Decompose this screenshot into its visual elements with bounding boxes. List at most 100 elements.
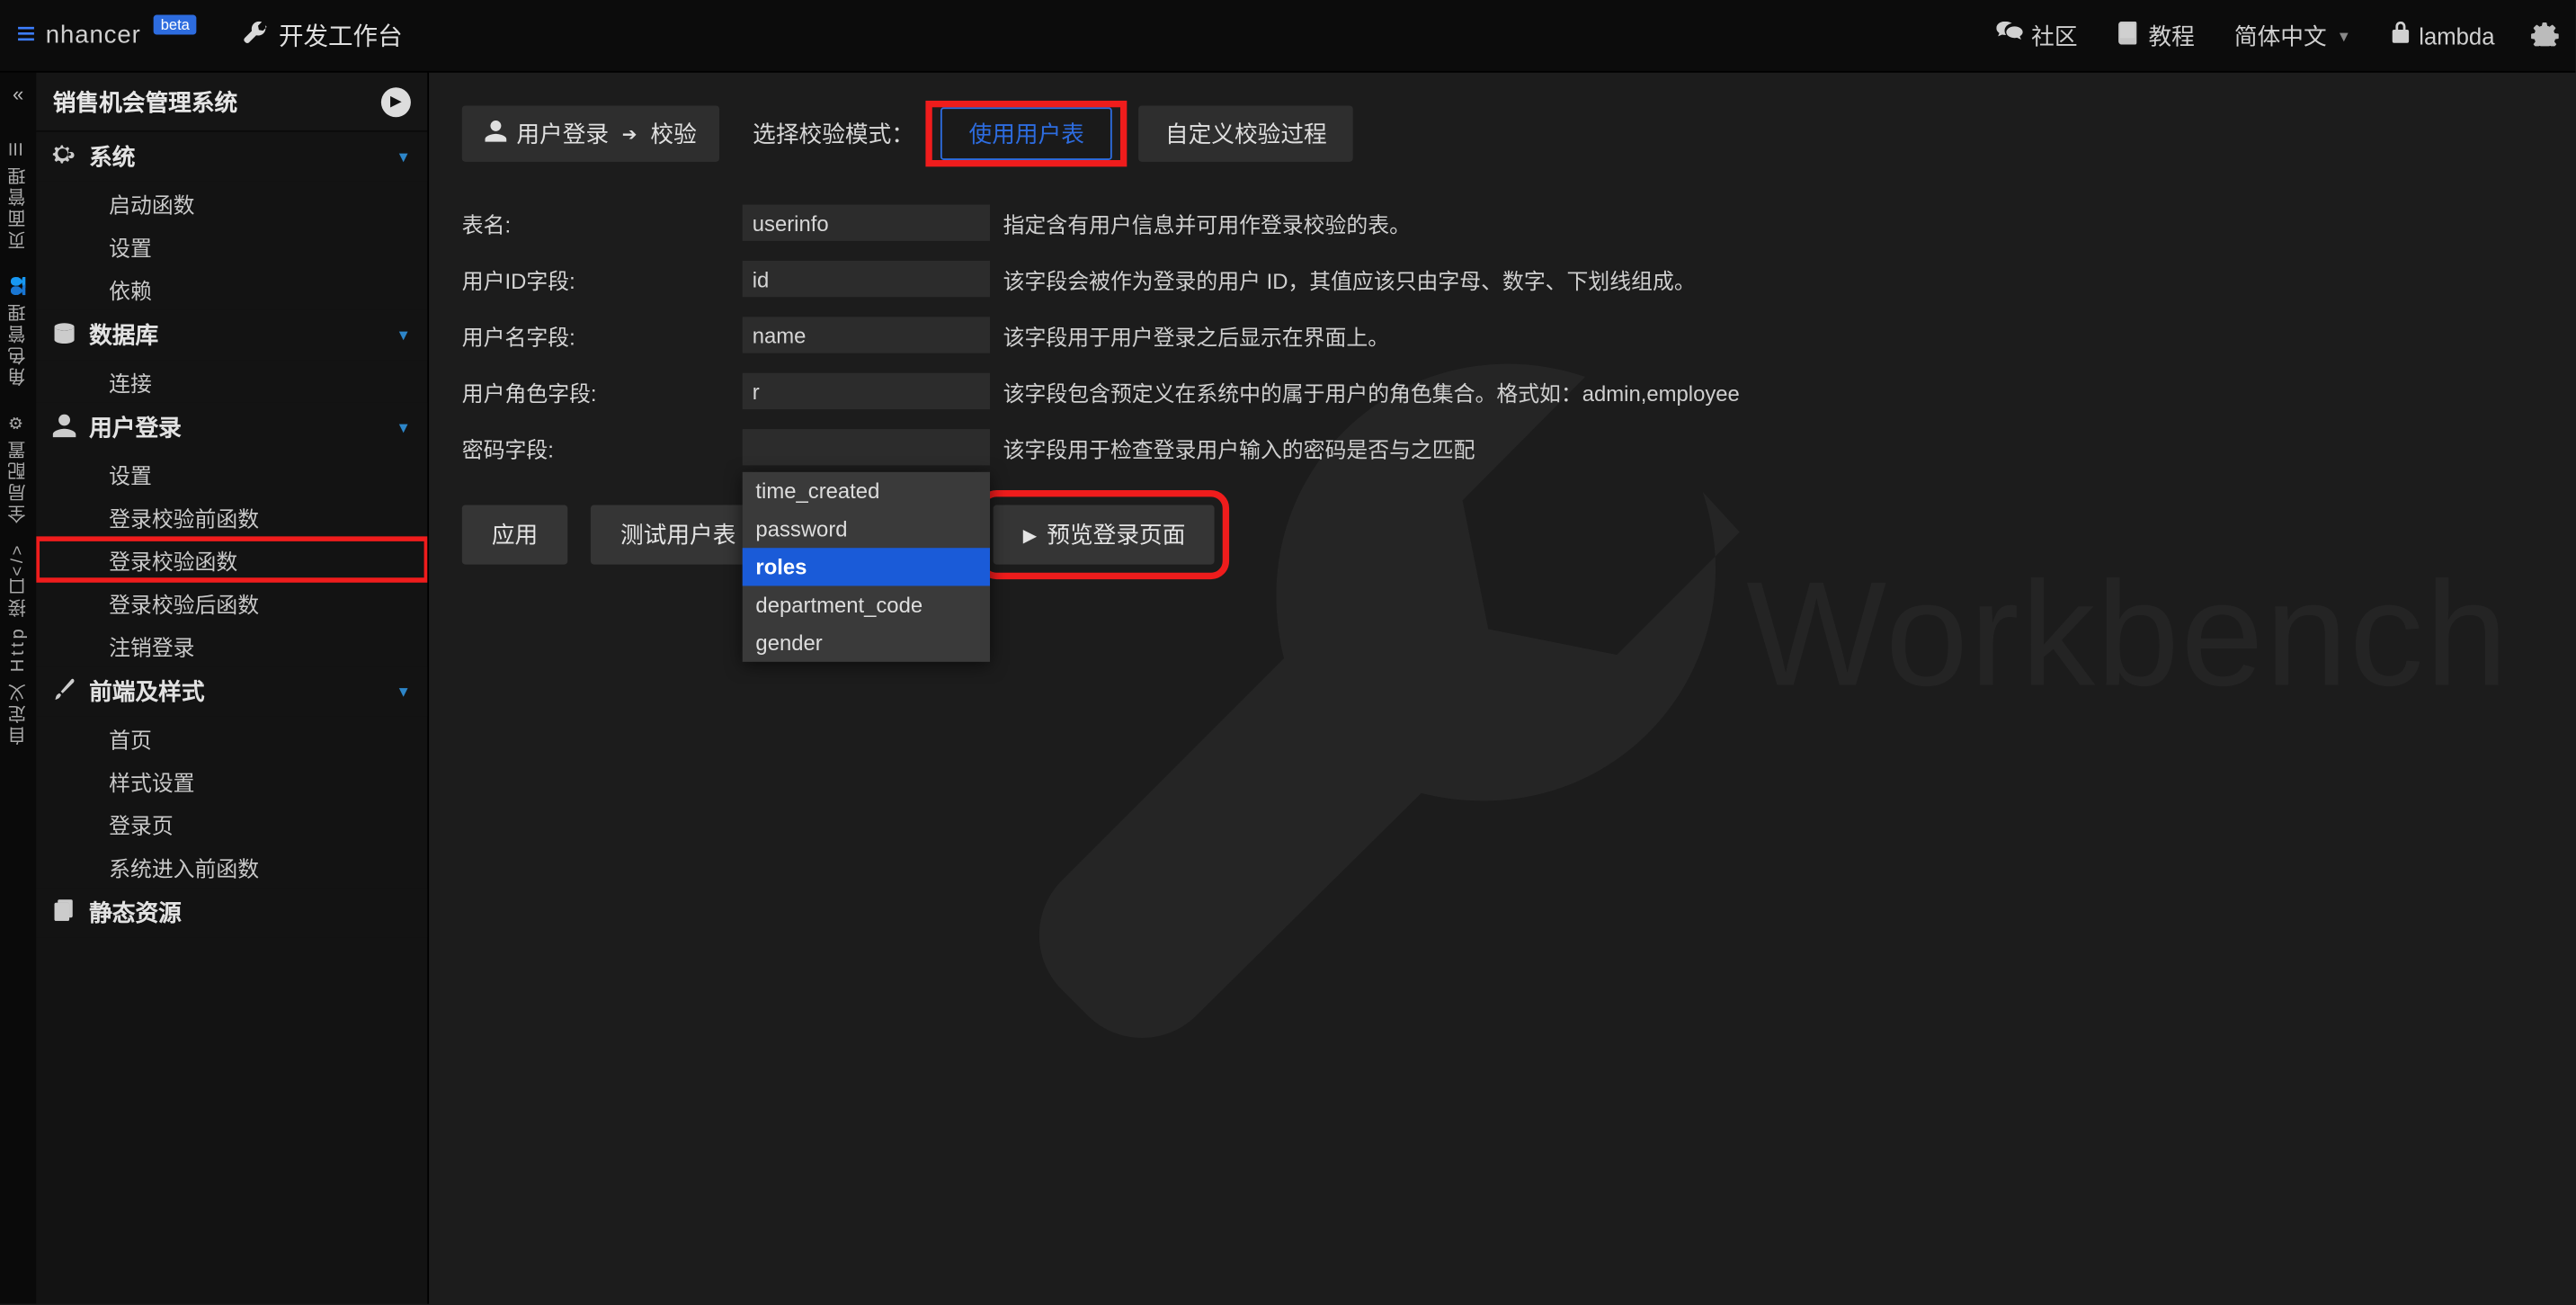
sidebar-item[interactable]: 登录校验后函数 xyxy=(36,581,427,624)
dropdown-item[interactable]: gender xyxy=(743,624,990,662)
dropdown-item[interactable]: password xyxy=(743,510,990,548)
field-label: 密码字段: xyxy=(462,432,743,463)
dropdown-item[interactable]: roles xyxy=(743,548,990,585)
side-rail: « 页面管理☰ 角色管理👥 全局配置⚙ 自定义 Http 接口</> xyxy=(0,73,36,1304)
rail-tab-roles[interactable]: 角色管理👥 xyxy=(5,263,31,399)
user-icon xyxy=(53,414,76,442)
code-icon: </> xyxy=(9,541,27,576)
breadcrumb-row: 用户登录 ➔ 校验 选择校验模式： 使用用户表 自定义校验过程 xyxy=(429,73,2575,185)
highlight-frame-tab: 使用用户表 xyxy=(938,112,1116,156)
field-hint: 指定含有用户信息并可用作登录校验的表。 xyxy=(1003,207,1411,238)
mode-label: 选择校验模式： xyxy=(753,117,914,150)
sidebar-group-0[interactable]: 系统 ▼ xyxy=(36,132,427,182)
field-label: 表名: xyxy=(462,207,743,238)
sidebar-item[interactable]: 登录校验函数 xyxy=(36,538,427,581)
sidebar-group-title: 系统 xyxy=(89,140,135,174)
language-selector[interactable]: 简体中文 ▼ xyxy=(2234,19,2351,52)
logo-icon: ≡ xyxy=(16,16,35,54)
play-icon: ▶ xyxy=(1023,524,1038,546)
user-menu[interactable]: lambda xyxy=(2391,22,2494,49)
field-hint: 该字段用于用户登录之后显示在界面上。 xyxy=(1003,319,1389,351)
sidebar-item[interactable]: 登录页 xyxy=(36,802,427,845)
copy-icon xyxy=(53,898,76,926)
tab-use-user-table[interactable]: 使用用户表 xyxy=(940,107,1112,160)
sidebar-group-2[interactable]: 用户登录 ▼ xyxy=(36,403,427,452)
form-row: 用户角色字段: 该字段包含预定义在系统中的属于用户的角色集合。格式如：admin,… xyxy=(462,363,2576,419)
rail-tab-global[interactable]: 全局配置⚙ xyxy=(5,399,31,536)
form-row: 表名: 指定含有用户信息并可用作登录校验的表。 xyxy=(462,195,2576,251)
project-title: 销售机会管理系统 xyxy=(53,85,238,119)
list-icon: ☰ xyxy=(9,139,27,156)
run-button[interactable]: ▶ xyxy=(381,86,411,116)
field-input-2[interactable] xyxy=(743,317,990,353)
breadcrumb-part1: 用户登录 xyxy=(516,117,609,150)
tutorial-label: 教程 xyxy=(2148,19,2194,52)
topbar: ≡ nhancer beta 开发工作台 社区 教程 简体中文 ▼ lambda xyxy=(0,0,2575,73)
apply-button[interactable]: 应用 xyxy=(462,505,567,565)
sidebar-item[interactable]: 样式设置 xyxy=(36,759,427,802)
community-label: 社区 xyxy=(2031,19,2077,52)
workbench-title[interactable]: 开发工作台 xyxy=(279,18,403,53)
field-input-4[interactable] xyxy=(743,429,990,465)
field-input-3[interactable] xyxy=(743,373,990,409)
community-link[interactable]: 社区 xyxy=(1997,19,2078,52)
lock-icon xyxy=(2391,22,2411,49)
dropdown-item[interactable]: department_code xyxy=(743,585,990,623)
field-hint: 该字段会被作为登录的用户 ID，其值应该只由字母、数字、下划线组成。 xyxy=(1003,264,1696,295)
form-row: 用户ID字段: 该字段会被作为登录的用户 ID，其值应该只由字母、数字、下划线组成… xyxy=(462,251,2576,307)
main-area: Workbench 用户登录 ➔ 校验 选择校验模式： 使用用户表 自定义校验过… xyxy=(429,73,2575,1304)
caret-down-icon: ▼ xyxy=(397,326,411,343)
language-label: 简体中文 xyxy=(2234,19,2327,52)
sidebar-item[interactable]: 首页 xyxy=(36,716,427,759)
brush-icon xyxy=(53,677,76,705)
arrow-right-icon: ➔ xyxy=(622,123,637,145)
settings-icon[interactable] xyxy=(2531,17,2559,53)
project-header: 销售机会管理系统 ▶ xyxy=(36,73,427,132)
field-input-0[interactable] xyxy=(743,205,990,241)
sidebar-item[interactable]: 连接 xyxy=(36,360,427,403)
preview-login-page-button[interactable]: ▶ 预览登录页面 xyxy=(994,505,1216,565)
user-label: lambda xyxy=(2419,22,2494,49)
field-hint: 该字段包含预定义在系统中的属于用户的角色集合。格式如：admin,employe… xyxy=(1003,375,1740,407)
sidebar-item[interactable]: 依赖 xyxy=(36,267,427,310)
sidebar-group-title: 前端及样式 xyxy=(89,675,204,709)
form-row: 用户名字段: 该字段用于用户登录之后显示在界面上。 xyxy=(462,307,2576,362)
tutorial-link[interactable]: 教程 xyxy=(2117,19,2195,52)
sidebar: 销售机会管理系统 ▶ 系统▼启动函数设置依赖数据库▼连接用户登录▼设置登录校验前… xyxy=(36,73,429,1304)
field-label: 用户ID字段: xyxy=(462,264,743,295)
sidebar-item[interactable]: 设置 xyxy=(36,452,427,496)
users-icon: 👥 xyxy=(9,273,27,297)
sliders-icon: ⚙ xyxy=(9,413,27,431)
sidebar-group-1[interactable]: 数据库 ▼ xyxy=(36,310,427,360)
rail-tab-pages[interactable]: 页面管理☰ xyxy=(5,125,31,262)
field-label: 用户名字段: xyxy=(462,319,743,351)
dropdown-item[interactable]: time_created xyxy=(743,472,990,510)
db-icon xyxy=(53,321,76,349)
sidebar-group-title: 用户登录 xyxy=(89,411,182,444)
breadcrumb-part2: 校验 xyxy=(650,117,696,150)
caret-down-icon: ▼ xyxy=(397,419,411,435)
sidebar-item[interactable]: 登录校验前函数 xyxy=(36,496,427,539)
logo[interactable]: ≡ nhancer beta xyxy=(16,16,196,54)
user-icon xyxy=(485,121,506,147)
gears-icon xyxy=(53,143,76,171)
form-table: 表名: 指定含有用户信息并可用作登录校验的表。用户ID字段: 该字段会被作为登录的用… xyxy=(429,185,2575,476)
sidebar-item[interactable]: 系统进入前函数 xyxy=(36,845,427,889)
field-label: 用户角色字段: xyxy=(462,375,743,407)
form-row: 密码字段:该字段用于检查登录用户输入的密码是否与之匹配 xyxy=(462,419,2576,475)
rail-tab-http[interactable]: 自定义 Http 接口</> xyxy=(1,536,35,757)
sidebar-group-title: 数据库 xyxy=(89,318,158,352)
wrench-icon xyxy=(243,20,269,51)
field-input-1[interactable] xyxy=(743,261,990,297)
sidebar-group-3[interactable]: 前端及样式 ▼ xyxy=(36,666,427,716)
caret-down-icon: ▼ xyxy=(397,684,411,700)
sidebar-item[interactable]: 启动函数 xyxy=(36,182,427,225)
sidebar-item[interactable]: 注销登录 xyxy=(36,624,427,667)
caret-down-icon: ▼ xyxy=(397,148,411,165)
collapse-icon[interactable]: « xyxy=(13,83,23,106)
sidebar-group-4[interactable]: 静态资源 xyxy=(36,888,427,937)
tab-custom-verify[interactable]: 自定义校验过程 xyxy=(1139,105,1354,161)
sidebar-group-title: 静态资源 xyxy=(89,896,182,929)
sidebar-item[interactable]: 设置 xyxy=(36,225,427,268)
book-icon xyxy=(2117,22,2141,49)
